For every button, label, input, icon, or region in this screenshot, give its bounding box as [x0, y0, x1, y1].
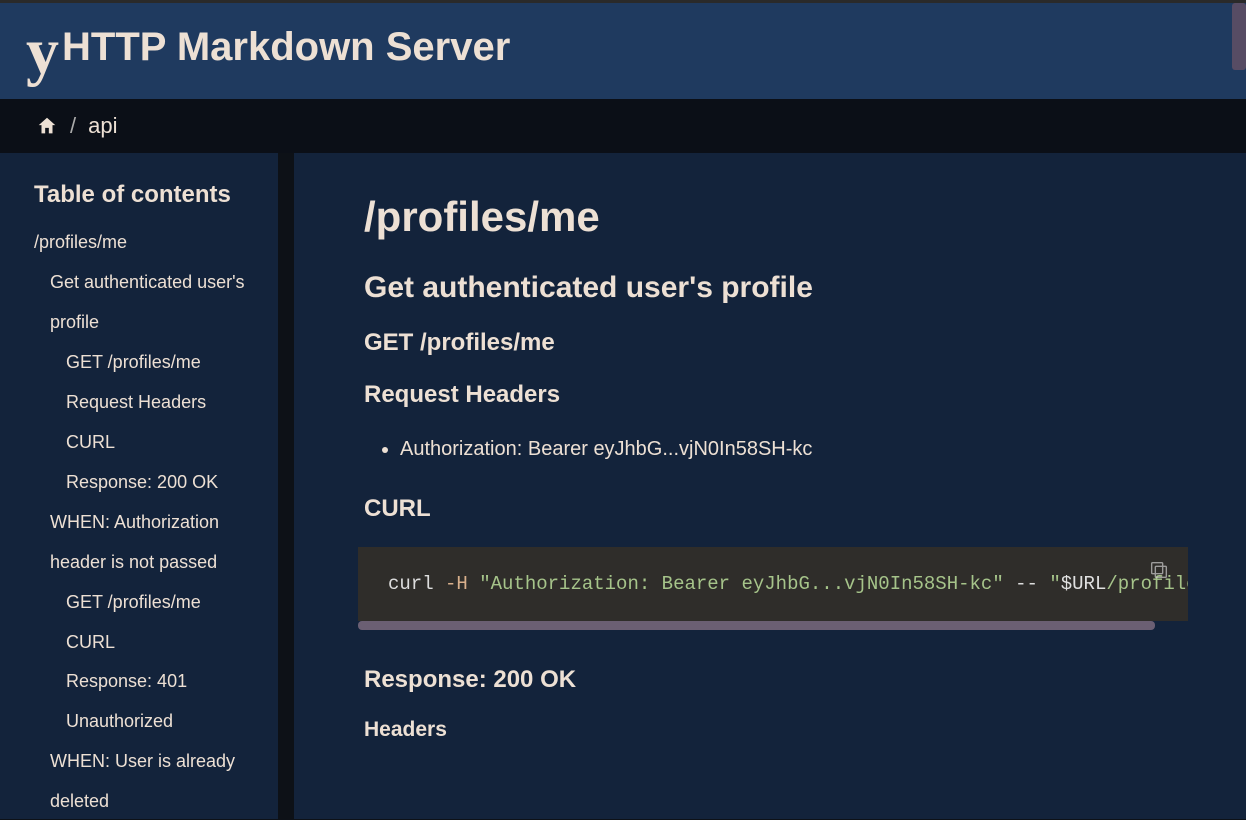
toc-item[interactable]: Request Headers [34, 383, 260, 423]
sidebar: Table of contents /profiles/me Get authe… [0, 153, 278, 819]
code-block: curl -H "Authorization: Bearer eyJhbG...… [358, 547, 1188, 630]
toc-item[interactable]: GET /profiles/me [34, 343, 260, 383]
home-icon[interactable] [36, 115, 58, 137]
breadcrumb-current[interactable]: api [88, 113, 117, 139]
subsection-heading: Response: 200 OK [364, 666, 1176, 694]
code-token: " [1049, 573, 1060, 595]
copy-icon[interactable] [1148, 559, 1170, 581]
section-heading: Get authenticated user's profile [364, 271, 1176, 305]
code-token: -- [1004, 573, 1050, 595]
endpoint-heading: GET /profiles/me [364, 329, 1176, 357]
toc-item[interactable]: Get authenticated user's profile [34, 263, 260, 343]
toc-item[interactable]: Response: 200 OK [34, 463, 260, 503]
horizontal-scrollbar[interactable] [358, 621, 1155, 630]
toc-item[interactable]: Response: 401 Unauthorized [34, 662, 260, 742]
logo-glyph: y [26, 26, 59, 79]
main-content: /profiles/me Get authenticated user's pr… [294, 153, 1246, 819]
site-header: y HTTP Markdown Server [0, 3, 1246, 99]
list-item: Authorization: Bearer eyJhbG...vjN0In58S… [400, 433, 1176, 465]
site-title: HTTP Markdown Server [62, 25, 510, 70]
code-token: $URL [1061, 573, 1107, 595]
toc-item[interactable]: CURL [34, 423, 260, 463]
code-token: "Authorization: Bearer eyJhbG...vjN0In58… [479, 573, 1004, 595]
subsection-heading: CURL [364, 495, 1176, 523]
toc-item[interactable]: CURL [34, 623, 260, 663]
subsection-heading: Request Headers [364, 381, 1176, 409]
toc-item[interactable]: WHEN: Authorization header is not passed [34, 503, 260, 583]
code-token [468, 573, 479, 595]
breadcrumb-separator: / [70, 113, 76, 139]
toc-item[interactable]: /profiles/me [34, 223, 260, 263]
toc-item[interactable]: GET /profiles/me [34, 583, 260, 623]
table-of-contents: /profiles/me Get authenticated user's pr… [34, 223, 260, 819]
request-headers-list: Authorization: Bearer eyJhbG...vjN0In58S… [364, 433, 1176, 465]
code-token: curl [388, 573, 445, 595]
window-scrollbar-thumb[interactable] [1232, 3, 1246, 70]
breadcrumb: / api [0, 99, 1246, 153]
toc-title: Table of contents [34, 181, 260, 209]
code-token: -H [445, 573, 468, 595]
toc-item[interactable]: WHEN: User is already deleted [34, 742, 260, 819]
page-title: /profiles/me [364, 193, 1176, 241]
subsection-heading: Headers [364, 718, 1176, 742]
